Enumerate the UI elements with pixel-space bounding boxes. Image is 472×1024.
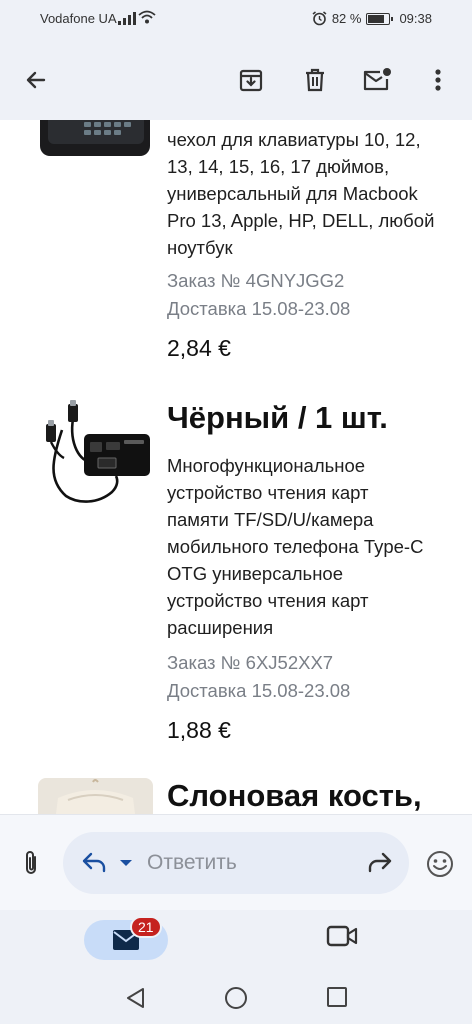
wifi-icon (138, 10, 156, 24)
more-options-button[interactable] (418, 60, 458, 100)
bottom-navigation: 21 (0, 910, 472, 972)
battery-icon (366, 12, 394, 25)
mark-unread-icon (363, 68, 391, 91)
product-variant: Чёрный / 1 шт. (167, 400, 388, 435)
delivery-dates: Доставка 15.08-23.08 (167, 298, 351, 319)
status-right: 82 % 09:38 (312, 11, 432, 26)
archive-icon (239, 69, 263, 92)
product-image-card-reader[interactable] (38, 400, 153, 518)
delete-button[interactable] (295, 60, 335, 100)
tab-meet[interactable] (326, 924, 358, 953)
home-circle-icon[interactable] (224, 986, 248, 1010)
product-variant: Слоновая кость, (167, 778, 422, 813)
reply-icon[interactable] (81, 851, 107, 873)
clock: 09:38 (399, 11, 432, 26)
alarm-icon (312, 11, 327, 26)
delivery-dates: Доставка 15.08-23.08 (167, 680, 351, 701)
mark-unread-button[interactable] (357, 60, 397, 100)
chevron-down-icon[interactable] (119, 859, 133, 867)
more-vert-icon (435, 69, 441, 91)
reply-placeholder: Ответить (147, 851, 237, 874)
product-image-ivory-item[interactable] (38, 778, 153, 814)
back-triangle-icon[interactable] (124, 986, 146, 1010)
carrier-name: Vodafone UA (40, 11, 117, 26)
product-description: Многофункциональное устройство чтения ка… (167, 455, 424, 638)
product-price: 1,88 € (167, 717, 231, 743)
emoji-icon[interactable] (425, 849, 455, 879)
message-body[interactable]: чехол для клавиатуры 10, 12, 13, 14, 15,… (0, 120, 472, 814)
reply-input[interactable]: Ответить (63, 832, 409, 894)
forward-icon[interactable] (367, 851, 393, 873)
archive-button[interactable] (231, 60, 271, 100)
video-camera-icon (326, 925, 358, 947)
message-toolbar (0, 38, 472, 120)
recents-square-icon[interactable] (326, 986, 348, 1008)
system-navigation (0, 972, 472, 1024)
unread-count-badge: 21 (130, 916, 162, 938)
product-image-keyboard-case[interactable] (38, 120, 153, 160)
reply-bar: Ответить (0, 814, 472, 910)
order-number: Заказ № 6XJ52XX7 (167, 652, 334, 673)
paperclip-icon[interactable] (20, 849, 42, 877)
arrow-left-icon (26, 71, 46, 89)
back-button[interactable] (16, 60, 56, 100)
battery-percent: 82 % (331, 11, 362, 26)
product-description: чехол для клавиатуры 10, 12, 13, 14, 15,… (167, 129, 435, 258)
order-number: Заказ № 4GNYJGG2 (167, 270, 345, 291)
trash-icon (306, 68, 324, 92)
status-bar: Vodafone UA 82 % 09:38 (0, 0, 472, 38)
product-price: 2,84 € (167, 335, 231, 361)
signal-icon (118, 11, 136, 25)
